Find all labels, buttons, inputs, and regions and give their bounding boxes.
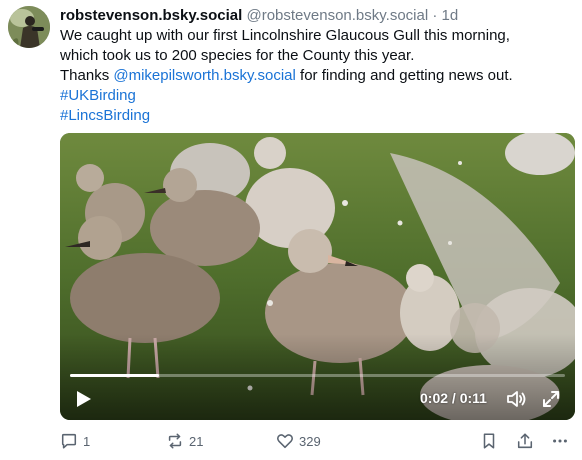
hashtag-ukbirding[interactable]: #UKBirding [60, 86, 575, 106]
post-timestamp[interactable]: 1d [442, 7, 459, 24]
volume-icon [507, 391, 526, 407]
repost-icon [168, 433, 182, 449]
post-header: robstevenson.bsky.social @robstevenson.b… [60, 6, 572, 26]
play-button[interactable] [72, 388, 94, 410]
video-progress-bar[interactable] [70, 374, 565, 377]
fullscreen-icon [543, 391, 559, 407]
video-time-readout: 0:02 / 0:11 [420, 390, 487, 406]
post-text: We caught up with our first Lincolnshire… [60, 26, 575, 126]
thanks-text: Thanks [60, 67, 114, 84]
bookmark-icon [483, 433, 495, 449]
reply-button[interactable]: 1 [60, 430, 90, 452]
thanks-text-tail: for finding and getting news out. [295, 67, 513, 84]
share-icon [517, 433, 533, 449]
post-text-line: Thanks @mikepilsworth.bsky.social for fi… [60, 66, 575, 86]
post-text-line: which took us to 200 species for the Cou… [60, 47, 415, 64]
author-avatar[interactable] [8, 6, 50, 48]
like-button[interactable]: 329 [276, 430, 321, 452]
volume-button[interactable] [505, 388, 527, 410]
hashtag-lincsbirding[interactable]: #LincsBirding [60, 106, 575, 126]
reply-count: 1 [83, 433, 91, 449]
play-icon [77, 391, 91, 407]
repost-count: 21 [189, 433, 204, 449]
heart-icon [277, 434, 293, 449]
repost-button[interactable]: 21 [166, 430, 203, 452]
video-progress-fill [70, 374, 160, 377]
post-card[interactable]: robstevenson.bsky.social @robstevenson.b… [0, 0, 582, 460]
bookmark-button[interactable] [480, 430, 498, 452]
header-separator: · [432, 7, 438, 24]
author-display-name[interactable]: robstevenson.bsky.social [60, 7, 242, 24]
ellipsis-icon [553, 439, 567, 443]
video-player[interactable]: 0:02 / 0:11 [60, 133, 575, 420]
post-text-line: We caught up with our first Lincolnshire… [60, 27, 510, 44]
author-handle[interactable]: @robstevenson.bsky.social [246, 7, 428, 24]
mention-link[interactable]: @mikepilsworth.bsky.social [113, 67, 296, 84]
like-count: 329 [299, 433, 321, 449]
post-actions-bar: 1 21 329 [60, 430, 575, 452]
more-options-button[interactable] [551, 430, 569, 452]
share-button[interactable] [516, 430, 534, 452]
reply-icon [61, 433, 77, 449]
fullscreen-button[interactable] [542, 390, 560, 408]
